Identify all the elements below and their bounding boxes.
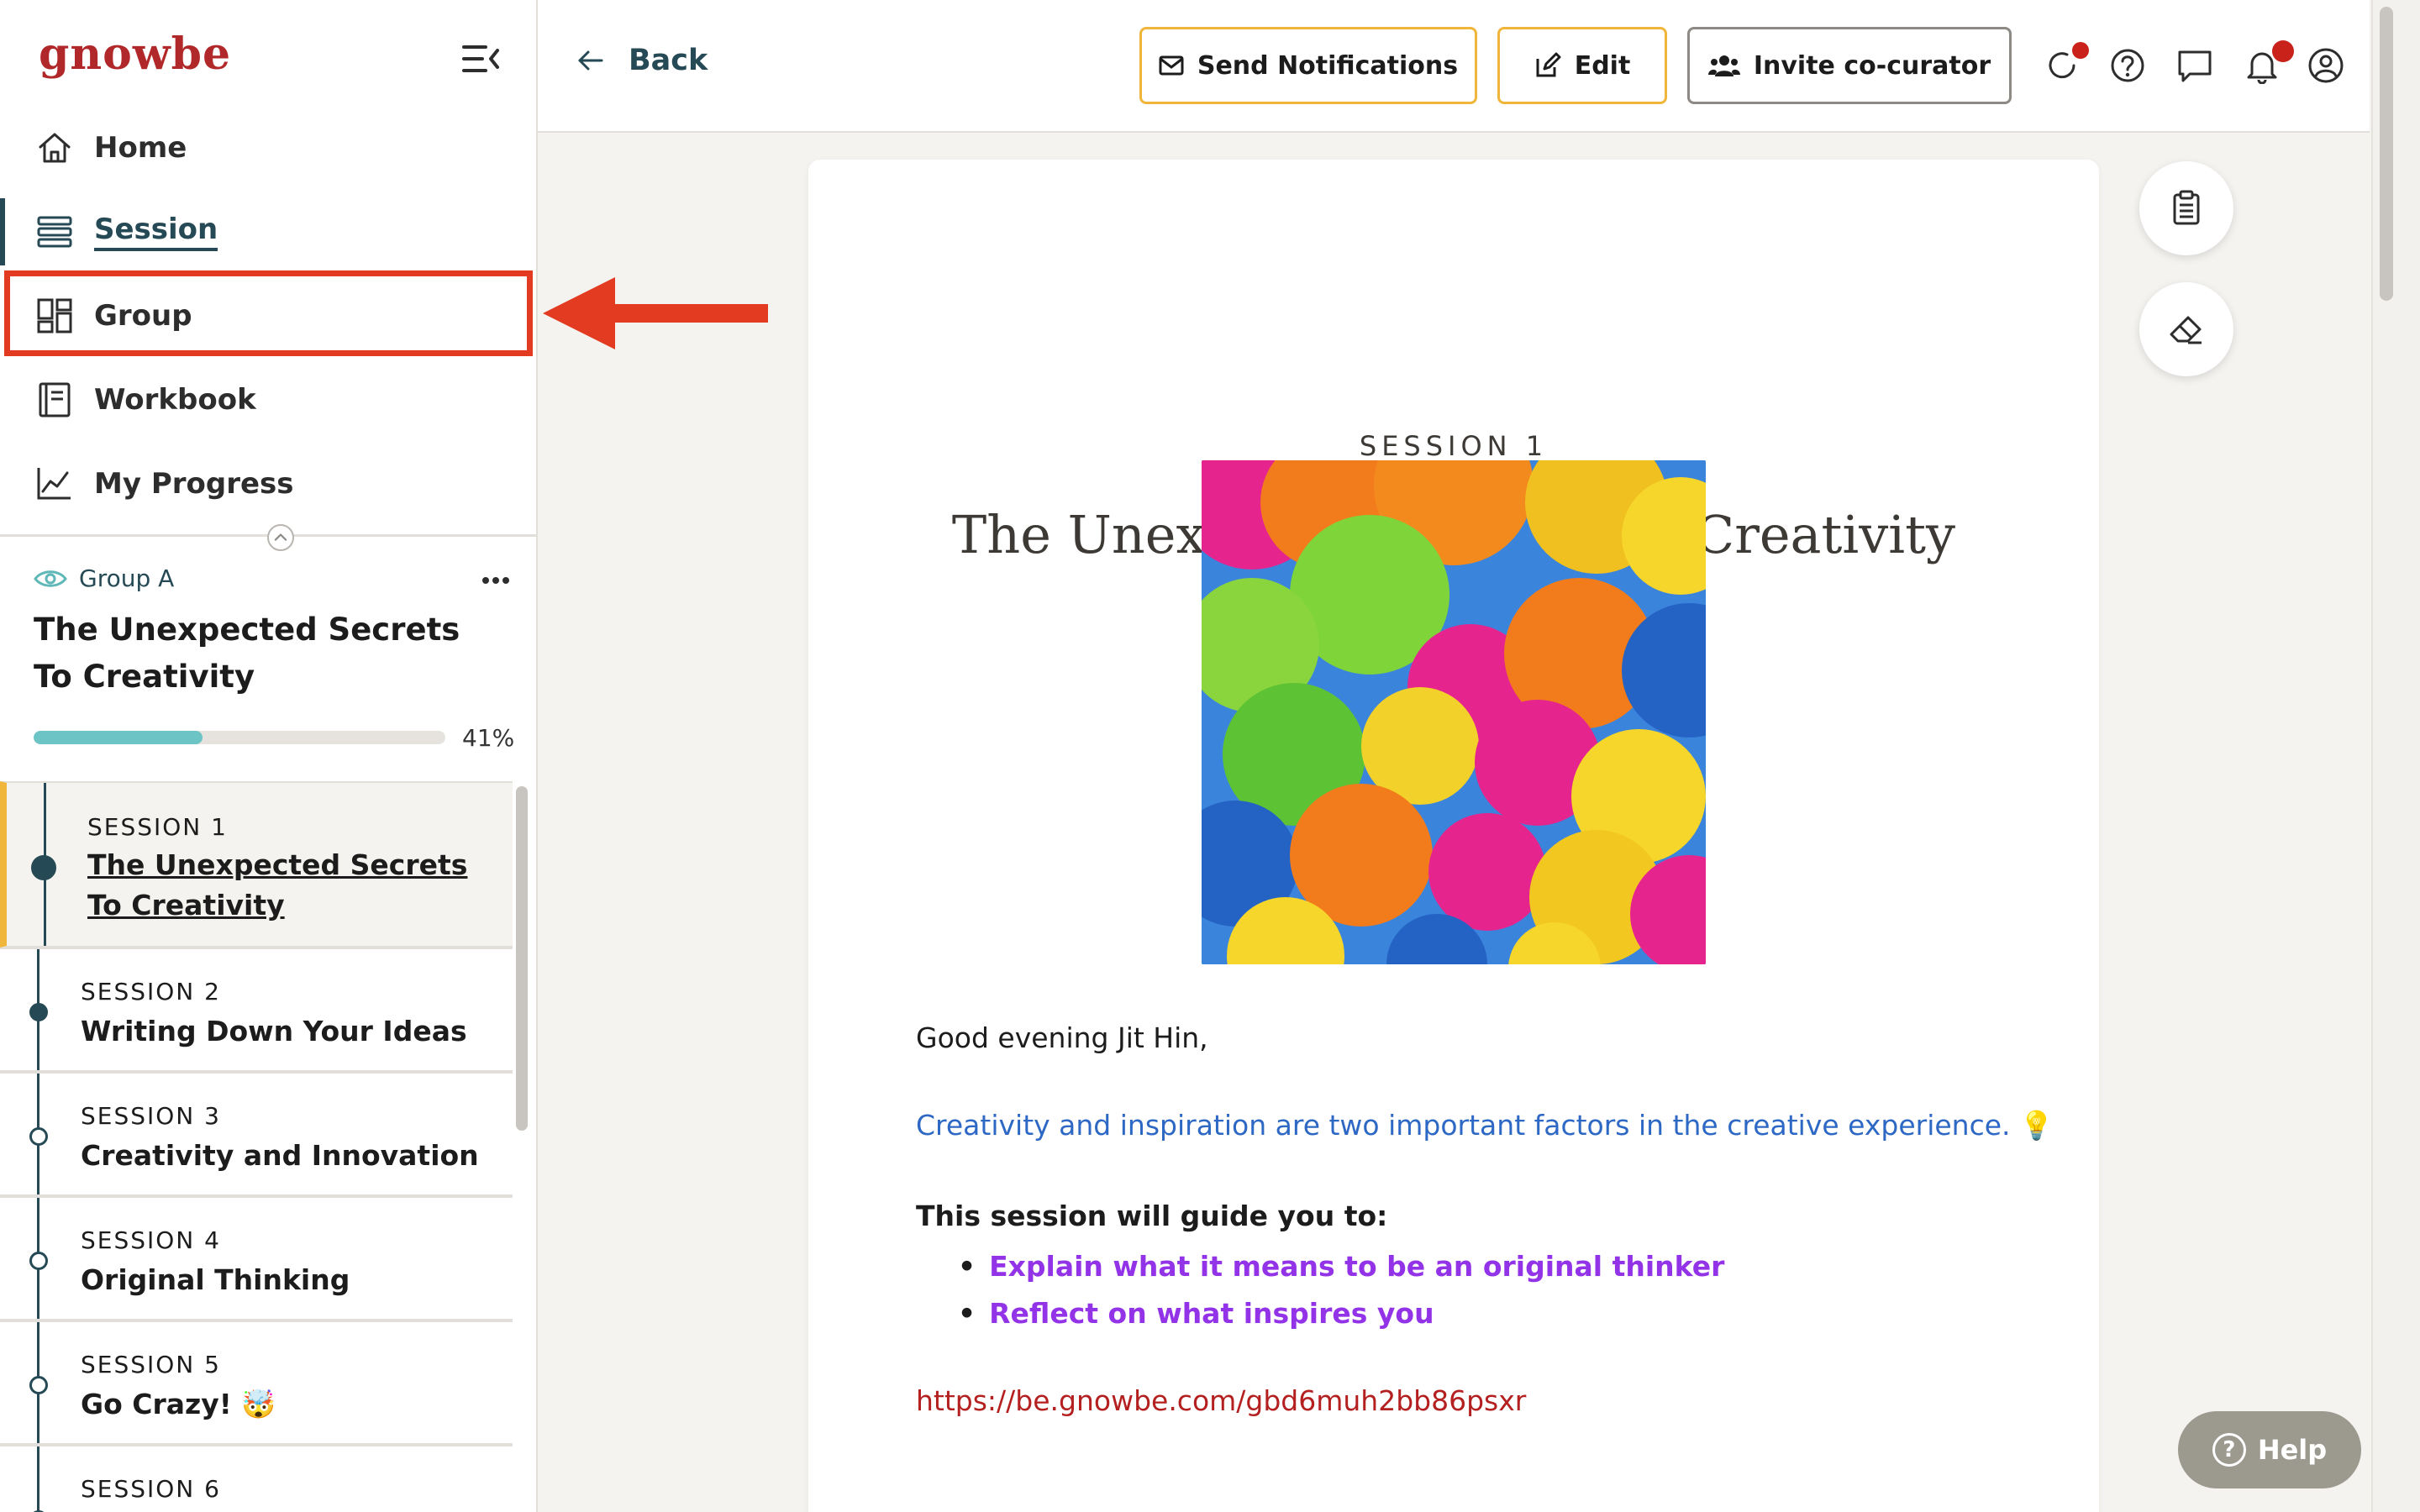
progress-fill (34, 731, 203, 744)
gnowbe-logo[interactable]: gnowbe (39, 29, 231, 80)
timeline-line (37, 1446, 39, 1512)
workbook-icon (39, 382, 71, 417)
nav-item-my-progress[interactable]: My Progress (0, 444, 536, 524)
session-title: Original Thinking (81, 1263, 350, 1296)
nav-item-session[interactable]: Session (0, 192, 536, 272)
envelope-icon (1159, 55, 1184, 76)
help-label: Help (2257, 1434, 2328, 1466)
session-number: SESSION 4 (81, 1226, 221, 1254)
learning-objectives: Explain what it means to be an original … (958, 1243, 1724, 1337)
guide-heading: This session will guide you to: (916, 1200, 1388, 1232)
nav-item-workbook[interactable]: Workbook (0, 360, 536, 440)
timeline-dot (29, 1003, 48, 1021)
nav-label: Workbook (94, 383, 256, 417)
progress-chart-icon (37, 468, 71, 500)
session-list-scrollbar[interactable] (516, 786, 528, 1131)
nav-label: Session (94, 213, 218, 251)
session-item[interactable]: SESSION 2 Writing Down Your Ideas (0, 948, 513, 1072)
top-bar: Back Send Notifications Edit Invite co-c… (538, 0, 2370, 133)
arrow-left-icon (578, 50, 603, 71)
sidebar: gnowbe Home Session Group Workbook My Pr… (0, 0, 538, 1512)
edit-button[interactable]: Edit (1497, 27, 1667, 104)
notification-badge-dot (2272, 40, 2294, 62)
session-item[interactable]: SESSION 4 Original Thinking (0, 1196, 513, 1320)
session-item[interactable]: SESSION 5 Go Crazy! 🤯 (0, 1320, 513, 1445)
more-options-icon[interactable] (479, 568, 513, 593)
chevron-up-icon[interactable] (267, 524, 294, 551)
chat-icon[interactable] (2176, 47, 2213, 84)
session-item[interactable]: SESSION 6 (0, 1445, 513, 1512)
page-scrollbar-track (2371, 0, 2420, 1512)
progress-percent: 41% (462, 724, 515, 752)
session-title: Go Crazy! 🤯 (81, 1388, 276, 1420)
nav-label: My Progress (94, 467, 294, 501)
send-notifications-label: Send Notifications (1197, 50, 1459, 81)
back-button[interactable]: Back (576, 44, 708, 77)
nav-item-group[interactable]: Group (0, 276, 536, 356)
group-dashboard-icon (37, 298, 72, 333)
session-link[interactable]: https://be.gnowbe.com/gbd6muh2bb86psxr (916, 1384, 1526, 1417)
objective-item: Explain what it means to be an original … (958, 1243, 1724, 1290)
user-avatar-icon[interactable] (2307, 47, 2344, 84)
red-arrow-annotation-icon (543, 277, 768, 349)
greeting-text: Good evening Jit Hin, (916, 1021, 1208, 1054)
eraser-tool-button[interactable] (2139, 282, 2233, 376)
nav-label: Home (94, 131, 187, 165)
session-list-icon (37, 216, 72, 248)
collapse-sidebar-icon[interactable] (460, 40, 501, 77)
objective-item: Reflect on what inspires you (958, 1290, 1724, 1337)
nav-label: Group (94, 299, 192, 333)
timeline-dot (29, 1252, 48, 1270)
session-title: Writing Down Your Ideas (81, 1015, 467, 1047)
clipboard-tool-button[interactable] (2139, 161, 2233, 255)
course-progress-bar (34, 731, 445, 744)
group-name: Group A (79, 564, 175, 592)
session-item[interactable]: SESSION 1 The Unexpected Secrets To Crea… (0, 781, 513, 948)
session-title: The Unexpected Secrets To Creativity (87, 848, 468, 921)
session-number-label: SESSION 1 (1359, 430, 1549, 462)
session-number: SESSION 1 (87, 813, 228, 841)
users-icon (1707, 55, 1740, 76)
session-number: SESSION 5 (81, 1351, 221, 1378)
group-label-row: Group A (34, 564, 174, 592)
timeline-dot (29, 1127, 48, 1146)
send-notifications-button[interactable]: Send Notifications (1139, 27, 1477, 104)
invite-co-curator-button[interactable]: Invite co-curator (1687, 27, 2012, 104)
question-icon: ? (2212, 1433, 2246, 1467)
help-button[interactable]: ? Help (2178, 1411, 2361, 1488)
invite-label: Invite co-curator (1753, 50, 1991, 81)
page-scrollbar[interactable] (2380, 7, 2393, 301)
help-circle-icon[interactable] (2109, 47, 2146, 84)
session-number: SESSION 3 (81, 1102, 221, 1130)
session-item[interactable]: SESSION 3 Creativity and Innovation (0, 1072, 513, 1196)
back-label: Back (629, 44, 708, 77)
session-title: Creativity and Innovation (81, 1139, 479, 1172)
edit-label: Edit (1574, 50, 1631, 81)
edit-pencil-icon (1536, 52, 1561, 77)
eraser-icon (2170, 316, 2202, 344)
timeline-dot (29, 1376, 48, 1394)
session-number: SESSION 2 (81, 978, 221, 1005)
session-list: SESSION 1 The Unexpected Secrets To Crea… (0, 781, 513, 1512)
eye-icon (34, 570, 67, 587)
sync-badge-dot (2072, 42, 2089, 59)
intro-text: Creativity and inspiration are two impor… (916, 1109, 2054, 1142)
clipboard-icon (2173, 190, 2200, 225)
timeline-dot-current (31, 855, 56, 880)
course-title: The Unexpected Secrets To Creativity (34, 612, 460, 695)
nav-item-home[interactable]: Home (0, 108, 536, 188)
home-icon (39, 133, 71, 163)
umbrellas-image (1202, 460, 1706, 964)
session-number: SESSION 6 (81, 1475, 221, 1503)
